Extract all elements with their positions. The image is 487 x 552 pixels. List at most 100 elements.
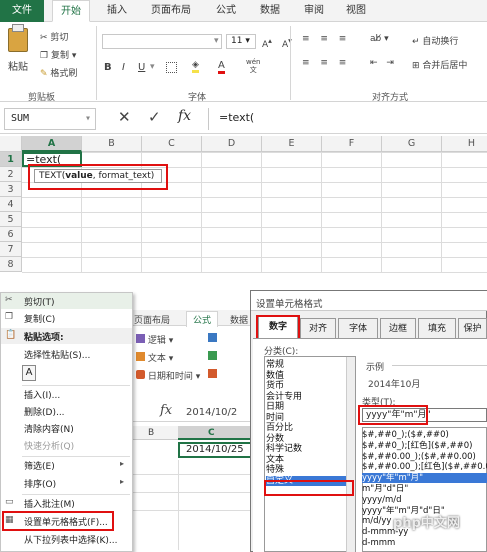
tab-home[interactable]: 开始 — [52, 0, 90, 22]
dialog-tab-1[interactable]: 对齐 — [300, 318, 336, 338]
menu-item-quick-analysis[interactable]: 快速分析(Q) — [24, 439, 74, 452]
format-item-6[interactable]: yyyy/m/d — [362, 495, 487, 505]
menu-item-delete[interactable]: 删除(D)... — [24, 405, 65, 418]
bg-formula-input[interactable]: 2014/10/2 — [186, 407, 237, 418]
category-item-2[interactable]: 货币 — [266, 381, 350, 391]
row-header-1[interactable]: 1 — [0, 152, 22, 167]
lookup-icon[interactable] — [208, 333, 217, 342]
datetime-button[interactable]: 日期和时间 ▾ — [136, 369, 200, 382]
menu-item-paste-special[interactable]: 选择性粘贴(S)... — [24, 348, 90, 361]
format-painter-button[interactable]: ✎ 格式刷 — [40, 66, 77, 79]
row-header-3[interactable]: 3 — [0, 182, 22, 197]
col-header-g[interactable]: G — [382, 136, 442, 152]
enter-icon[interactable]: ✓ — [148, 108, 161, 126]
paste-a-icon[interactable]: A — [22, 365, 36, 381]
category-item-10[interactable]: 特殊 — [266, 465, 350, 475]
copy-button[interactable]: ❐ 复制 ▾ — [40, 48, 76, 61]
menu-item-filter[interactable]: 筛选(E) — [24, 459, 55, 472]
category-item-5[interactable]: 时间 — [266, 413, 350, 423]
font-name-select[interactable] — [102, 34, 222, 49]
text-button[interactable]: 文本 ▾ — [136, 351, 173, 364]
menu-item-insert-comment[interactable]: 插入批注(M) — [24, 497, 75, 510]
dialog-tab-5[interactable]: 保护 — [458, 318, 487, 338]
name-box[interactable]: SUM ▾ — [4, 108, 96, 130]
format-item-2[interactable]: $#,##0.00_);($#,##0.00) — [362, 452, 487, 462]
bg-tab-data[interactable]: 数据 — [230, 313, 248, 326]
border-icon[interactable] — [166, 62, 177, 73]
menu-item-insert[interactable]: 插入(I)... — [24, 388, 60, 401]
col-header-c[interactable]: C — [142, 136, 202, 152]
row-header-6[interactable]: 6 — [0, 227, 22, 242]
col-header-a[interactable]: A — [22, 136, 82, 152]
category-item-4[interactable]: 日期 — [266, 402, 350, 412]
tab-data[interactable]: 数据 — [252, 0, 288, 22]
sample-value: 2014年10月 — [368, 380, 421, 390]
select-all-corner[interactable] — [0, 136, 22, 152]
align-left-icon[interactable]: ≡ ≡ ≡ — [302, 58, 350, 68]
dialog-tab-4[interactable]: 填充 — [418, 318, 456, 338]
format-item-0[interactable]: $#,##0_);($#,##0) — [362, 430, 487, 440]
align-top-icon[interactable]: ≡ ≡ ≡ — [302, 34, 350, 44]
tab-insert[interactable]: 插入 — [100, 0, 134, 22]
menu-item-copy[interactable]: 复制(C) — [24, 312, 55, 325]
col-header-b[interactable]: B — [82, 136, 142, 152]
logical-button[interactable]: 逻辑 ▾ — [136, 333, 173, 346]
font-color-icon[interactable]: A — [218, 60, 225, 74]
bg-cell-c[interactable]: 2014/10/25 — [178, 442, 252, 458]
category-item-8[interactable]: 科学记数 — [266, 444, 350, 454]
phonetic-icon[interactable]: wén 文 — [246, 58, 260, 74]
more-icon[interactable] — [208, 369, 217, 378]
dialog-tab-3[interactable]: 边框 — [380, 318, 416, 338]
tab-file[interactable]: 文件 — [0, 0, 44, 22]
wrap-text-button[interactable]: ↵ 自动换行 — [412, 34, 458, 47]
dialog-tab-2[interactable]: 字体 — [338, 318, 378, 338]
font-size-select[interactable]: 11 ▾ — [226, 34, 256, 49]
paste-button[interactable]: 粘贴 — [8, 58, 28, 73]
tab-view[interactable]: 视图 — [338, 0, 374, 22]
category-item-3[interactable]: 会计专用 — [266, 392, 350, 402]
category-item-9[interactable]: 文本 — [266, 455, 350, 465]
tab-formulas[interactable]: 公式 — [208, 0, 244, 22]
menu-item-sort[interactable]: 排序(O) — [24, 477, 56, 490]
row-header-5[interactable]: 5 — [0, 212, 22, 227]
bg-tab-formulas[interactable]: 公式 — [186, 311, 219, 327]
formula-input[interactable]: =text( — [208, 108, 487, 130]
col-header-h[interactable]: H — [442, 136, 487, 152]
format-item-5[interactable]: m"月"d"日" — [362, 484, 487, 494]
italic-button[interactable]: I — [122, 62, 125, 73]
format-item-1[interactable]: $#,##0_);[红色]($#,##0) — [362, 441, 487, 451]
menu-item-clear-contents[interactable]: 清除内容(N) — [24, 422, 74, 435]
col-header-e[interactable]: E — [262, 136, 322, 152]
row-header-4[interactable]: 4 — [0, 197, 22, 212]
row-header-8[interactable]: 8 — [0, 257, 22, 272]
col-header-f[interactable]: F — [322, 136, 382, 152]
row-header-2[interactable]: 2 — [0, 167, 22, 182]
math-icon[interactable] — [208, 351, 217, 360]
category-item-7[interactable]: 分数 — [266, 434, 350, 444]
grow-font-icon[interactable]: A▴ — [262, 36, 272, 50]
row-header-7[interactable]: 7 — [0, 242, 22, 257]
menu-item-cut[interactable]: 剪切(T) — [24, 295, 55, 308]
format-item-3[interactable]: $#,##0.00_);[红色]($#,##0.00) — [362, 462, 487, 472]
menu-hover-bg — [1, 293, 132, 309]
merge-center-button[interactable]: ⊞ 合并后居中 — [412, 58, 467, 71]
fill-color-icon[interactable]: ◈ — [192, 60, 199, 73]
menu-item-pick-from-list[interactable]: 从下拉列表中选择(K)... — [24, 533, 118, 546]
format-item-4[interactable]: yyyy"年"m"月" — [362, 473, 487, 484]
bg-tab-page-layout[interactable]: 页面布局 — [134, 313, 170, 326]
category-item-6[interactable]: 百分比 — [266, 423, 350, 433]
tab-page-layout[interactable]: 页面布局 — [142, 0, 200, 22]
category-item-1[interactable]: 数值 — [266, 371, 350, 381]
indent-icon[interactable]: ⇤ ⇥ — [370, 58, 397, 68]
cancel-icon[interactable]: ✕ — [118, 108, 131, 126]
underline-button[interactable]: U — [138, 62, 145, 73]
bold-button[interactable]: B — [104, 62, 112, 73]
cut-button[interactable]: ✂ 剪切 — [40, 30, 68, 43]
format-item-10[interactable]: d-mmm — [362, 538, 487, 548]
bg-fx-icon[interactable]: fx — [160, 403, 172, 418]
orientation-icon[interactable]: ab̸ ▾ — [370, 34, 389, 44]
category-item-0[interactable]: 常规 — [266, 360, 350, 370]
fx-icon[interactable]: fx — [178, 108, 191, 124]
tab-review[interactable]: 审阅 — [296, 0, 332, 22]
col-header-d[interactable]: D — [202, 136, 262, 152]
